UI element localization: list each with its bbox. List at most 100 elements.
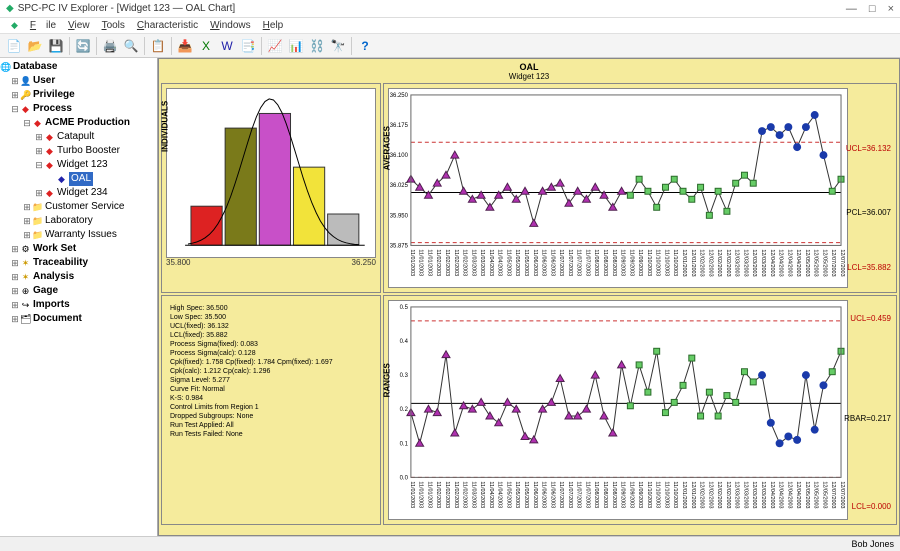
svg-text:11/01/2003: 11/01/2003 bbox=[409, 481, 415, 508]
tree-acme[interactable]: ⊟◆ACME Production bbox=[0, 116, 157, 130]
svg-text:11/10/2003: 11/10/2003 bbox=[672, 481, 678, 508]
avg-ylabel: AVERAGES bbox=[383, 126, 392, 170]
tree-oal[interactable]: ◆OAL bbox=[0, 172, 157, 186]
svg-text:11/08/2003: 11/08/2003 bbox=[611, 481, 617, 508]
svg-text:11/05/2003: 11/05/2003 bbox=[514, 481, 520, 508]
chart-control-button[interactable]: ⛓️ bbox=[307, 36, 327, 56]
averages-panel: AVERAGES 35.87535.95036.02536.10036.1753… bbox=[383, 83, 897, 293]
svg-text:11/01/2003: 11/01/2003 bbox=[426, 249, 432, 276]
tree-analysis[interactable]: ⊞✶Analysis bbox=[0, 270, 157, 284]
tree-lab[interactable]: ⊞📁Laboratory bbox=[0, 214, 157, 228]
new-button[interactable]: 📄 bbox=[4, 36, 24, 56]
svg-text:12/04/2003: 12/04/2003 bbox=[778, 249, 784, 276]
svg-text:12/04/2003: 12/04/2003 bbox=[769, 249, 775, 276]
print-button[interactable]: 🖨️ bbox=[100, 36, 120, 56]
stats-line: Control Limits from Region 1 bbox=[170, 403, 372, 412]
minimize-button[interactable]: — bbox=[846, 3, 857, 15]
stats-line: UCL(fixed): 36.132 bbox=[170, 322, 372, 331]
svg-text:11/10/2003: 11/10/2003 bbox=[672, 249, 678, 276]
stats-panel: High Spec: 36.500Low Spec: 35.500UCL(fix… bbox=[161, 295, 381, 525]
svg-text:12/03/2003: 12/03/2003 bbox=[734, 249, 740, 276]
tree-turbo[interactable]: ⊞◆Turbo Booster bbox=[0, 144, 157, 158]
svg-text:35.875: 35.875 bbox=[390, 243, 409, 249]
svg-text:12/04/2003: 12/04/2003 bbox=[786, 481, 792, 508]
chart-hist-button[interactable]: 📊 bbox=[286, 36, 306, 56]
svg-text:12/03/2003: 12/03/2003 bbox=[760, 481, 766, 508]
tree-document[interactable]: ⊞🗂Document bbox=[0, 312, 157, 326]
binoculars-button[interactable]: 🔭 bbox=[328, 36, 348, 56]
stats-line: Run Tests Failed: None bbox=[170, 430, 372, 439]
svg-text:12/04/2003: 12/04/2003 bbox=[778, 481, 784, 508]
histogram bbox=[169, 91, 373, 255]
svg-text:11/03/2003: 11/03/2003 bbox=[470, 249, 476, 276]
svg-text:11/01/2003: 11/01/2003 bbox=[426, 481, 432, 508]
open-button[interactable]: 📂 bbox=[25, 36, 45, 56]
svg-text:11/06/2003: 11/06/2003 bbox=[541, 481, 547, 508]
rng-ylabel: RANGES bbox=[383, 363, 392, 397]
hist-xmax: 36.250 bbox=[352, 258, 376, 267]
export-excel-button[interactable]: X bbox=[196, 36, 216, 56]
svg-text:11/07/2003: 11/07/2003 bbox=[558, 249, 564, 276]
tree-user[interactable]: ⊞👤User bbox=[0, 74, 157, 88]
stats-line: High Spec: 36.500 bbox=[170, 304, 372, 313]
stats-text: High Spec: 36.500Low Spec: 35.500UCL(fix… bbox=[166, 300, 376, 443]
menu-windows[interactable]: Windows bbox=[205, 20, 256, 31]
svg-text:11/04/2003: 11/04/2003 bbox=[497, 481, 503, 508]
svg-text:11/08/2003: 11/08/2003 bbox=[602, 481, 608, 508]
menu-characteristic[interactable]: Characteristic bbox=[132, 20, 203, 31]
help-button[interactable]: ? bbox=[355, 36, 375, 56]
tree-privilege[interactable]: ⊞🔑Privilege bbox=[0, 88, 157, 102]
menu-view[interactable]: View bbox=[63, 20, 95, 31]
tree-catapult[interactable]: ⊞◆Catapult bbox=[0, 130, 157, 144]
svg-text:12/04/2003: 12/04/2003 bbox=[786, 249, 792, 276]
preview-button[interactable]: 🔍 bbox=[121, 36, 141, 56]
stats-line: Sigma Level: 5.277 bbox=[170, 376, 372, 385]
tree-warranty[interactable]: ⊞📁Warranty Issues bbox=[0, 228, 157, 242]
svg-text:0.0: 0.0 bbox=[400, 475, 409, 481]
chart-subtitle: Widget 123 bbox=[509, 72, 549, 81]
tree-process[interactable]: ⊟◆Process bbox=[0, 102, 157, 116]
svg-text:11/07/2003: 11/07/2003 bbox=[558, 481, 564, 508]
copy-button[interactable]: 📋 bbox=[148, 36, 168, 56]
svg-text:11/06/2003: 11/06/2003 bbox=[532, 249, 538, 276]
svg-text:12/04/2003: 12/04/2003 bbox=[795, 249, 801, 276]
svg-text:36.025: 36.025 bbox=[390, 183, 409, 189]
refresh-button[interactable]: 🔄 bbox=[73, 36, 93, 56]
tree-imports[interactable]: ⊞↪Imports bbox=[0, 298, 157, 312]
svg-text:12/01/2003: 12/01/2003 bbox=[690, 481, 696, 508]
svg-text:11/01/2003: 11/01/2003 bbox=[409, 249, 415, 276]
svg-text:11/06/2003: 11/06/2003 bbox=[549, 481, 555, 508]
svg-text:11/10/2003: 11/10/2003 bbox=[646, 481, 652, 508]
menu-file[interactable]: File bbox=[25, 20, 61, 31]
chart-line-button[interactable]: 📈 bbox=[265, 36, 285, 56]
stats-line: Run Test Applied: All bbox=[170, 421, 372, 430]
tree-trace[interactable]: ⊞✶Traceability bbox=[0, 256, 157, 270]
tree-workset[interactable]: ⊞⚙Work Set bbox=[0, 242, 157, 256]
close-button[interactable]: × bbox=[888, 3, 894, 15]
svg-text:11/02/2003: 11/02/2003 bbox=[444, 249, 450, 276]
tree-gage[interactable]: ⊞⊕Gage bbox=[0, 284, 157, 298]
tree-customer[interactable]: ⊞📁Customer Service bbox=[0, 200, 157, 214]
tree-w123[interactable]: ⊟◆Widget 123 bbox=[0, 158, 157, 172]
stats-line: Process Sigma(calc): 0.128 bbox=[170, 349, 372, 358]
import-button[interactable]: 📥 bbox=[175, 36, 195, 56]
report-button[interactable]: 📑 bbox=[238, 36, 258, 56]
hist-ylabel: INDIVIDUALS bbox=[161, 101, 170, 152]
hist-xmin: 35.800 bbox=[166, 258, 190, 267]
svg-text:12/03/2003: 12/03/2003 bbox=[760, 249, 766, 276]
save-button[interactable]: 💾 bbox=[46, 36, 66, 56]
export-word-button[interactable]: W bbox=[217, 36, 237, 56]
svg-text:12/04/2003: 12/04/2003 bbox=[795, 481, 801, 508]
menu-tools[interactable]: Tools bbox=[97, 20, 130, 31]
tree-w234[interactable]: ⊞◆Widget 234 bbox=[0, 186, 157, 200]
stats-line: K-S: 0.984 bbox=[170, 394, 372, 403]
tree-root[interactable]: 🌐Database bbox=[0, 60, 157, 74]
svg-text:11/06/2003: 11/06/2003 bbox=[549, 249, 555, 276]
svg-text:11/09/2003: 11/09/2003 bbox=[637, 249, 643, 276]
maximize-button[interactable]: □ bbox=[869, 3, 876, 15]
svg-text:12/05/2003: 12/05/2003 bbox=[804, 249, 810, 276]
svg-text:11/02/2003: 11/02/2003 bbox=[444, 481, 450, 508]
svg-text:11/10/2003: 11/10/2003 bbox=[646, 249, 652, 276]
menu-help[interactable]: Help bbox=[258, 20, 289, 31]
svg-text:12/03/2003: 12/03/2003 bbox=[751, 481, 757, 508]
